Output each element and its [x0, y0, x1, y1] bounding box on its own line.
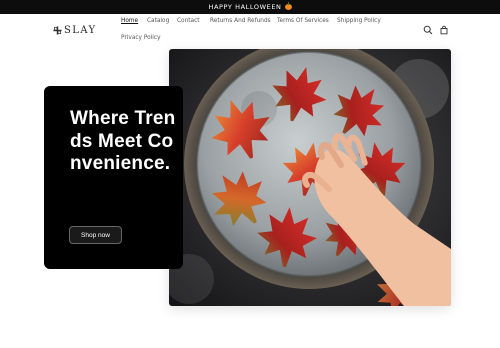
nav-link-privacy-policy[interactable]: Privacy Policy — [121, 35, 161, 41]
autumn-leaf-cookies-photo — [169, 49, 451, 306]
nav-link-catalog[interactable]: Catalog — [147, 18, 169, 24]
nav-link-terms-of-services[interactable]: Terms Of Services — [277, 18, 329, 24]
hero-text-card: Where Trends Meet Convenience. Shop now — [44, 86, 183, 269]
hero-image — [169, 49, 451, 306]
announcement-text: HAPPY HALLOWEEN — [208, 3, 282, 11]
nav-link-contact[interactable]: Contact — [177, 18, 200, 24]
logo-text: SLAY — [64, 24, 97, 36]
hero-heading: Where Trends Meet Convenience. — [70, 108, 176, 174]
cart-icon[interactable] — [439, 25, 449, 35]
pumpkin-icon — [284, 2, 292, 10]
announcement-bar: HAPPY HALLOWEEN — [0, 0, 500, 14]
nav-link-returns-and-refunds[interactable]: Returns And Refunds — [210, 18, 271, 24]
logo-mark-icon — [53, 25, 62, 35]
search-icon[interactable] — [423, 25, 433, 35]
nav-link-shipping-policy[interactable]: Shipping Policy — [337, 18, 381, 24]
shop-now-button[interactable]: Shop now — [69, 226, 122, 244]
store-logo[interactable]: SLAY — [53, 24, 97, 36]
nav-link-home[interactable]: Home — [121, 18, 138, 24]
